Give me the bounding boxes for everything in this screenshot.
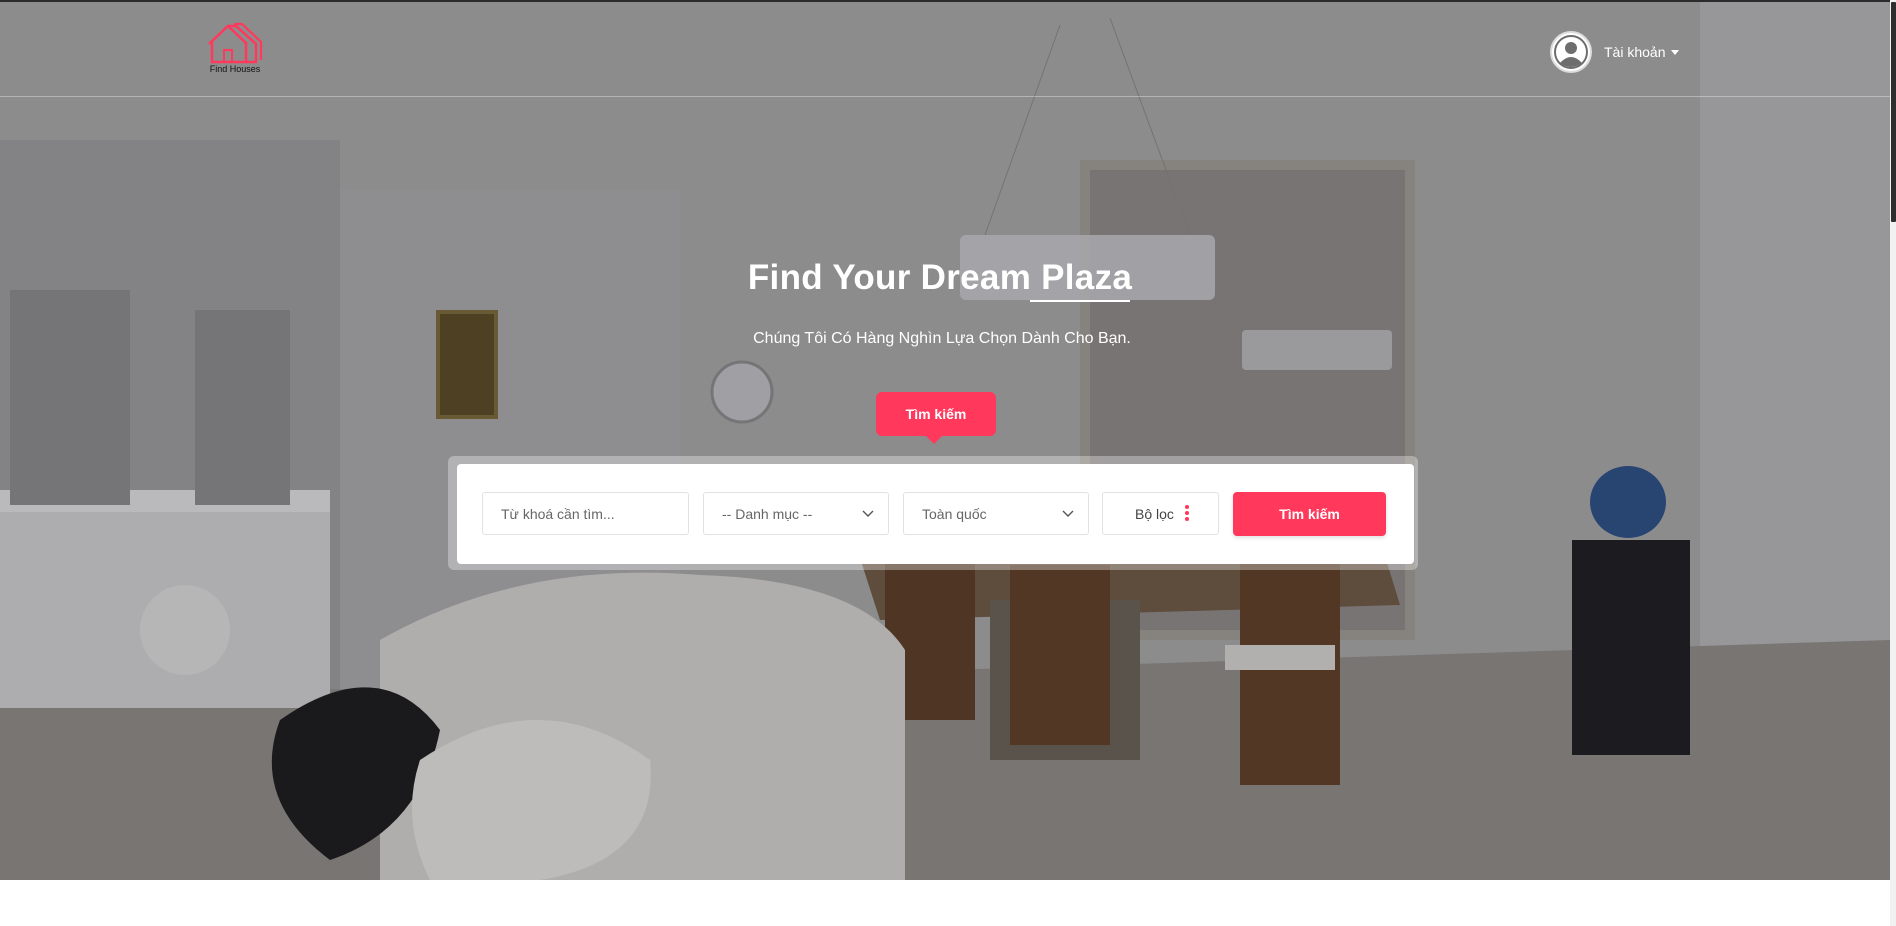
filter-button[interactable]: Bộ lọc [1102, 492, 1219, 535]
page: Find Houses Tài khoản Find Your Dream Pl… [0, 0, 1896, 926]
location-selected-value: Toàn quốc [922, 505, 987, 522]
chevron-down-icon [862, 510, 874, 517]
hero-title: Find Your Dream Plaza [747, 258, 1133, 297]
filter-label: Bộ lọc [1135, 505, 1174, 522]
logo[interactable]: Find Houses [205, 22, 265, 78]
avatar [1550, 31, 1592, 73]
site-header: Find Houses Tài khoản [0, 0, 1890, 97]
hero-subtitle: Chúng Tôi Có Hàng Nghìn Lựa Chọn Dành Ch… [753, 330, 1131, 347]
location-select[interactable]: Toàn quốc [903, 492, 1089, 535]
account-label: Tài khoản [1604, 44, 1666, 60]
account-menu[interactable]: Tài khoản [1550, 30, 1680, 74]
window-top-border [0, 0, 1896, 2]
chevron-down-icon [1062, 510, 1074, 517]
tab-search[interactable]: Tìm kiếm [876, 392, 996, 436]
more-vertical-icon [1185, 505, 1189, 523]
hero-dim-overlay [0, 0, 1890, 880]
category-select[interactable]: -- Danh mục -- [703, 492, 889, 535]
scrollbar-thumb[interactable] [1891, 2, 1896, 222]
caret-down-icon [1671, 50, 1680, 55]
title-underline [1030, 300, 1130, 302]
keyword-input[interactable] [483, 493, 688, 534]
house-logo-icon [208, 22, 263, 64]
search-submit-button[interactable]: Tìm kiếm [1233, 492, 1386, 536]
keyword-field[interactable] [482, 492, 689, 535]
tab-pointer [925, 435, 943, 444]
hero-background [0, 0, 1890, 880]
user-avatar-icon [1554, 35, 1588, 69]
category-selected-value: -- Danh mục -- [722, 505, 813, 522]
logo-text: Find Houses [209, 64, 261, 74]
